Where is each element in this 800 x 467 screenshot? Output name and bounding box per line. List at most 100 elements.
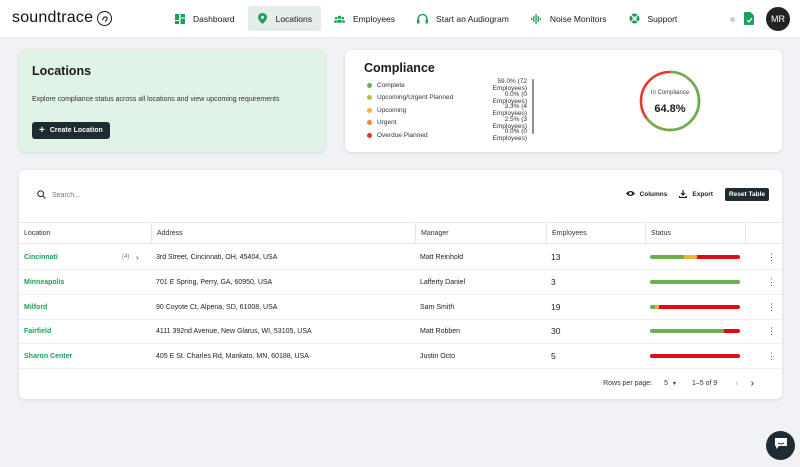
table-row[interactable]: Cincinnati (4) › 3rd Street, Cincinnati,… [19,245,782,270]
status-bar [650,329,740,333]
top-nav-bar: soundtrace Dashboard Locations Employees [0,0,800,38]
columns-button[interactable]: Columns [625,190,667,199]
locations-intro-card: Locations Explore compliance status acro… [19,50,325,152]
table-row[interactable]: Minneapolis 701 E Spring, Perry, GA, 609… [19,270,782,295]
user-avatar[interactable]: MR [766,7,790,31]
chat-button[interactable] [766,431,795,460]
status-segment [659,305,740,309]
address-cell: 3rd Street, Cincinnati, OH, 45404, USA [156,253,278,261]
reset-table-button[interactable]: Reset Table [724,188,769,201]
location-link[interactable]: Milford [24,295,47,319]
column-header-actions [745,223,782,244]
legend-swatch [367,107,372,113]
nav-label: Support [647,13,678,24]
compliance-title: Compliance [364,61,435,75]
legend-label: Overdue Planned [377,131,428,139]
legend-label: Complete [377,81,405,89]
download-icon [679,189,688,200]
create-location-button[interactable]: + Create Location [32,122,110,139]
column-header-manager[interactable]: Manager [415,223,546,244]
legend-scrollbar[interactable] [532,79,534,134]
location-link[interactable]: Minneapolis [24,270,64,294]
more-options-icon[interactable]: ⋮ [767,344,776,368]
nav-employees[interactable]: Employees [325,6,404,31]
previous-page-icon[interactable]: ‹ [735,378,738,389]
search-input[interactable] [52,191,352,199]
table-row[interactable]: Milford 90 Coyote Ct, Alpena, SD, 61008,… [19,295,782,320]
legend-item: Urgent 2.5% (3 Employees) [367,116,527,130]
status-segment [650,329,724,333]
eye-icon [625,190,635,199]
location-link[interactable]: Cincinnati [24,245,58,269]
legend-item: Complete 59.0% (72 Employees) [367,78,527,92]
nav-dashboard[interactable]: Dashboard [165,6,244,31]
employees-cell: 13 [551,252,561,262]
search-icon [37,186,46,204]
legend-item: Upcoming 3.3% (4 Employees) [367,103,527,117]
status-segment [650,280,740,284]
brand-logo[interactable]: soundtrace [12,9,113,27]
manager-cell: Matt Robben [420,327,461,335]
waveform-icon [530,13,542,24]
compliance-legend: Complete 59.0% (72 Employees) Upcoming/U… [367,78,527,143]
chat-bubble-icon [774,437,788,455]
legend-value: 0.0% (0 Employees) [492,128,527,143]
legend-item: Upcoming/Urgent Planned 0.0% (0 Employee… [367,91,527,105]
legend-label: Upcoming/Urgent Planned [377,94,454,102]
document-icon[interactable] [744,12,754,25]
location-link[interactable]: Sharon Center [24,344,72,368]
nav-noise-monitors[interactable]: Noise Monitors [522,6,616,31]
create-location-label: Create Location [49,127,103,134]
more-options-icon[interactable]: ⋮ [767,319,776,343]
connection-status-dot [730,17,735,22]
page-range: 1–5 of 9 [692,380,718,387]
donut-percentage: 64.8% [654,103,686,115]
rows-per-page-label: Rows per page: [603,380,653,387]
nav-label: Dashboard [193,13,235,24]
table-row[interactable]: Fairfield 4111 392nd Avenue, New Glarus,… [19,319,782,344]
employees-cell: 30 [551,326,561,336]
address-cell: 4111 392nd Avenue, New Glarus, WI, 53105… [156,327,312,335]
table-toolbar: Columns Export Reset Table [625,188,769,201]
nav-support[interactable]: Support [620,6,687,31]
nav-label: Locations [275,13,312,24]
status-segment [650,354,740,358]
map-pin-icon [257,13,268,24]
nav-label: Start an Audiogram [436,13,509,24]
grid-icon [174,13,185,24]
nav-start-audiogram[interactable]: Start an Audiogram [408,6,518,31]
column-header-status[interactable]: Status [645,223,745,244]
sub-location-count: (4) [122,254,130,260]
column-header-address[interactable]: Address [151,223,415,244]
chevron-right-icon[interactable]: › [136,245,139,269]
manager-cell: Sam Smith [420,303,455,311]
more-options-icon[interactable]: ⋮ [767,245,776,269]
legend-item: Overdue Planned 0.0% (0 Employees) [367,128,527,143]
nav-label: Employees [352,13,396,24]
more-options-icon[interactable]: ⋮ [767,270,776,294]
next-page-icon[interactable]: › [751,378,754,389]
users-icon [333,13,345,24]
location-link[interactable]: Fairfield [24,319,51,343]
more-options-icon[interactable]: ⋮ [767,295,776,319]
status-bar [650,305,740,309]
brand-ear-icon [97,10,113,26]
search-box[interactable] [33,184,421,206]
rows-per-page-select[interactable]: 5 ▾ [664,380,676,387]
column-header-employees[interactable]: Employees [546,223,645,244]
manager-cell: Justin Octo [420,352,456,360]
status-segment [684,255,697,259]
nav-locations[interactable]: Locations [247,6,321,31]
column-header-location[interactable]: Location [19,223,151,244]
page-title: Locations [32,64,92,78]
compliance-card: Compliance Complete 59.0% (72 Employees)… [345,50,782,152]
status-bar [650,354,740,358]
export-button[interactable]: Export [679,189,713,200]
locations-description: Explore compliance status across all loc… [32,96,280,103]
nav-label: Noise Monitors [549,13,607,24]
donut-label: In Compliance [650,90,690,96]
headphones-icon [417,13,429,24]
table-row[interactable]: Sharon Center 405 E St. Charles Rd, Mank… [19,344,782,369]
employees-cell: 19 [551,302,561,312]
main-nav: Dashboard Locations Employees Start an A… [165,6,686,31]
